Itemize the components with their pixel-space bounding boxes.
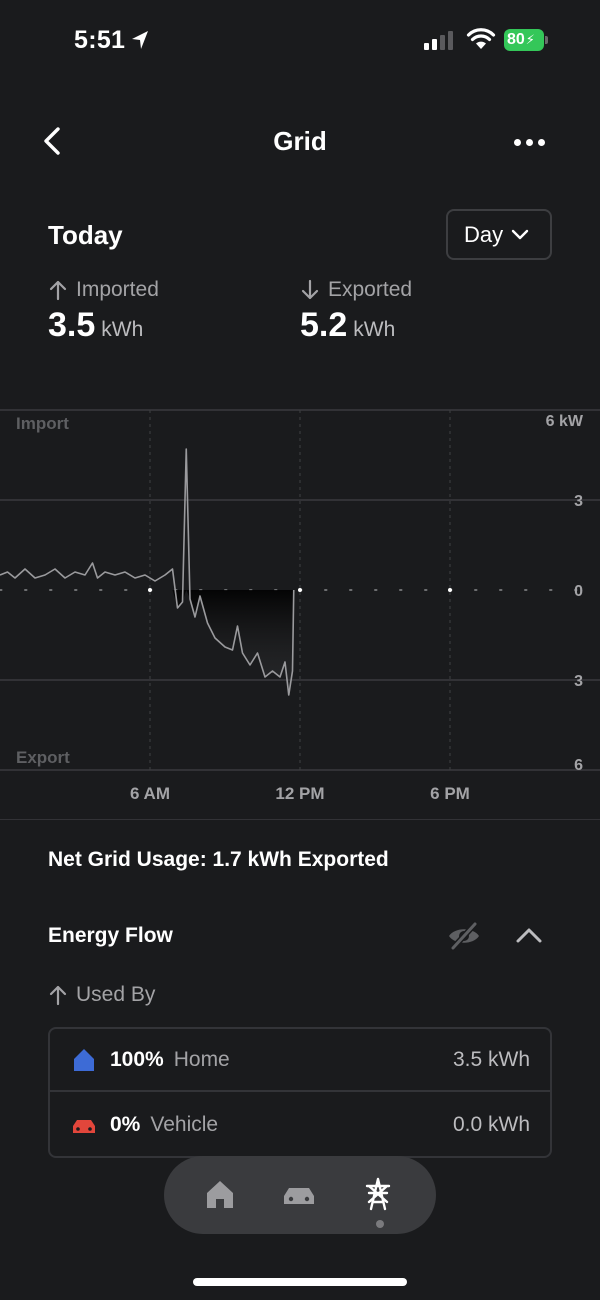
nav-home-icon[interactable] xyxy=(202,1176,238,1212)
eye-slash-icon[interactable] xyxy=(446,920,482,952)
chevron-down-icon xyxy=(511,229,529,239)
zero-tick-dot xyxy=(298,588,302,592)
exported-label-row: Exported xyxy=(300,278,412,302)
more-dot xyxy=(538,138,545,146)
x-tick-label: 12 PM xyxy=(275,784,324,803)
y-tick-label: 6 xyxy=(574,757,583,774)
y-tick-label: 0 xyxy=(574,583,583,600)
exported-unit: kWh xyxy=(353,318,396,341)
charging-bolt-icon: ⚡ xyxy=(525,32,535,47)
car-icon xyxy=(73,1119,95,1133)
page-title: Grid xyxy=(273,126,327,156)
energy-flow-list: 100% Home 3.5 kWh 0% Vehicle 0.0 kWh xyxy=(48,1027,552,1158)
imported-unit: kWh xyxy=(101,318,144,341)
imported-stat: Imported 3.5 kWh xyxy=(48,278,159,345)
net-grid-usage: Net Grid Usage: 1.7 kWh Exported xyxy=(48,848,389,871)
flow-row-value: 0.0 kWh xyxy=(452,1112,530,1136)
import-axis-label: Import xyxy=(16,414,69,433)
energy-flow-title: Energy Flow xyxy=(48,924,173,947)
flow-row-home[interactable]: 100% Home 3.5 kWh xyxy=(50,1029,550,1092)
bottom-nav-bar xyxy=(164,1156,436,1234)
battery-level: 80 xyxy=(507,31,525,48)
wifi-icon xyxy=(466,28,496,49)
arrow-down-icon xyxy=(301,279,319,300)
flow-row-vehicle[interactable]: 0% Vehicle 0.0 kWh xyxy=(50,1093,550,1156)
used-by-label-row: Used By xyxy=(48,983,155,1007)
imported-value-row: 3.5 kWh xyxy=(48,306,159,345)
status-time: 5:51 xyxy=(74,26,126,54)
exported-value-row: 5.2 kWh xyxy=(300,306,412,345)
battery-cap xyxy=(545,36,548,44)
y-tick-label: 3 xyxy=(574,493,583,510)
imported-label-row: Imported xyxy=(48,278,159,302)
flow-row-name: Vehicle xyxy=(150,1112,219,1136)
more-options-button[interactable] xyxy=(514,132,554,152)
period-dropdown-value: Day xyxy=(464,221,504,247)
exported-label: Exported xyxy=(328,278,413,301)
chevron-up-icon[interactable] xyxy=(514,924,544,946)
zero-tick-dot xyxy=(148,588,152,592)
flow-row-pct: 100% xyxy=(110,1047,164,1071)
x-tick-label: 6 PM xyxy=(430,784,470,803)
flow-row-name: Home xyxy=(173,1047,230,1071)
flow-row-pct: 0% xyxy=(110,1112,141,1136)
arrow-up-icon xyxy=(49,985,67,1006)
exported-value: 5.2 xyxy=(300,306,348,344)
x-tick-label: 6 AM xyxy=(130,784,170,803)
export-axis-label: Export xyxy=(16,748,70,767)
imported-value: 3.5 xyxy=(48,306,96,344)
arrow-up-icon xyxy=(49,280,67,301)
y-tick-label: 6 kW xyxy=(546,413,584,430)
grid-power-chart[interactable]: 6 kW 3 0 3 6 Import Export 6 AM 12 PM 6 PM xyxy=(0,400,600,820)
flow-row-value: 3.5 kWh xyxy=(452,1047,530,1071)
cellular-signal-icon xyxy=(424,31,453,50)
zero-tick-dot xyxy=(448,588,452,592)
home-indicator[interactable] xyxy=(193,1278,407,1286)
location-arrow-icon xyxy=(132,31,148,49)
y-tick-label: 3 xyxy=(574,673,583,690)
home-icon xyxy=(74,1048,94,1071)
exported-stat: Exported 5.2 kWh xyxy=(300,278,412,345)
active-tab-indicator xyxy=(376,1220,384,1228)
more-dot xyxy=(514,138,521,146)
period-label: Today xyxy=(48,220,123,250)
more-dot xyxy=(526,138,533,146)
used-by-label: Used By xyxy=(76,983,156,1006)
battery-indicator: 80 ⚡ xyxy=(504,29,544,51)
imported-label: Imported xyxy=(76,278,159,301)
nav-grid-tower-icon[interactable] xyxy=(360,1176,396,1212)
nav-car-icon[interactable] xyxy=(281,1176,317,1212)
period-dropdown[interactable]: Day xyxy=(446,209,552,260)
